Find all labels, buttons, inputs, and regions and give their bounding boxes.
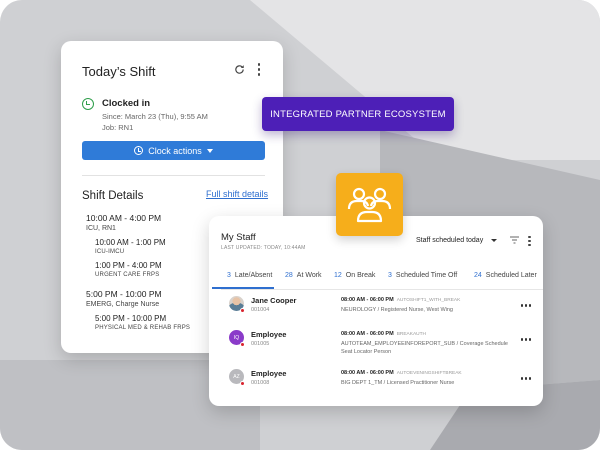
shift-details-title: Shift Details	[82, 190, 144, 202]
employee-name: Employee	[251, 369, 287, 378]
employee-name: Jane Cooper	[251, 296, 297, 305]
staff-filter-select[interactable]: Staff scheduled today	[416, 237, 483, 244]
tab-at-work[interactable]: 28 At Work	[285, 272, 322, 279]
employee-name: Employee	[251, 330, 287, 339]
job-label: Job: RN1	[102, 123, 134, 132]
status-alert-dot	[240, 342, 245, 347]
divider	[221, 289, 543, 290]
clock-check-icon	[82, 98, 94, 110]
row-more-icon[interactable]	[521, 377, 531, 380]
employee-schedule: 08:00 AM - 06:00 PM AUTOEVENINGSHIFTBREAK	[341, 370, 462, 376]
more-options-icon[interactable]	[528, 236, 531, 246]
employee-id: 001005	[251, 341, 270, 347]
tab-scheduled-later[interactable]: 24 Scheduled Later	[474, 272, 537, 279]
row-more-icon[interactable]	[521, 304, 531, 307]
group-people-icon	[347, 187, 392, 223]
shift-location: EMERG, Charge Nurse	[86, 301, 160, 308]
card-title: My Staff	[221, 232, 256, 243]
clock-actions-label: Clock actions	[148, 145, 202, 156]
shift-time: 5:00 PM - 10:00 PM	[86, 289, 162, 299]
staff-row[interactable]: IQ Employee 001005 08:00 AM - 06:00 PM BR…	[209, 328, 543, 366]
segment-unit: ICU-IMCU	[95, 249, 125, 255]
tab-late-absent[interactable]: 3 Late/Absent	[227, 272, 272, 279]
staff-tabs: 3 Late/Absent 28 At Work 12 On Break 3 Sched…	[221, 272, 543, 286]
employee-department: AUTOTEAM_EMPLOYEEINFOREPORT_SUB / Covera…	[341, 341, 508, 347]
clock-status: Clocked in	[102, 98, 151, 109]
group-tile	[336, 173, 403, 236]
staff-row[interactable]: Jane Cooper 001004 08:00 AM - 06:00 PM AU…	[209, 294, 543, 332]
more-options-icon[interactable]	[257, 63, 261, 76]
filter-icon[interactable]	[510, 236, 519, 244]
employee-schedule: 08:00 AM - 06:00 PM AUTOSHIFT1_WITH_BREAK	[341, 297, 461, 303]
full-shift-details-link[interactable]: Full shift details	[206, 189, 268, 199]
employee-schedule: 08:00 AM - 06:00 PM BREAKAUTH	[341, 331, 427, 337]
shift-location: ICU, RN1	[86, 225, 116, 232]
divider	[82, 175, 265, 176]
chevron-down-icon	[206, 148, 213, 153]
clock-since: Since: March 23 (Thu), 9:55 AM	[102, 112, 208, 121]
segment-unit: URGENT CARE FRPS	[95, 272, 160, 278]
employee-id: 001008	[251, 380, 270, 386]
stage: Today’s Shift Clocked in Since: March 23…	[0, 0, 600, 450]
employee-role: Seat Locator Person	[341, 349, 392, 355]
integrated-partner-banner: INTEGRATED PARTNER ECOSYSTEM	[262, 97, 454, 131]
status-alert-dot	[240, 308, 245, 313]
status-alert-dot	[240, 381, 245, 386]
segment-unit: PHYSICAL MED & REHAB FRPS	[95, 325, 191, 331]
card-title: Today’s Shift	[82, 64, 156, 79]
segment-time: 10:00 AM - 1:00 PM	[95, 238, 166, 247]
row-more-icon[interactable]	[521, 338, 531, 341]
refresh-icon[interactable]	[234, 64, 245, 75]
segment-time: 5:00 PM - 10:00 PM	[95, 314, 167, 323]
clock-actions-button[interactable]: Clock actions	[82, 141, 265, 160]
employee-department: NEUROLOGY / Registered Nurse, West Wing	[341, 307, 453, 313]
staff-row[interactable]: AZ Employee 001008 08:00 AM - 06:00 PM AU…	[209, 367, 543, 405]
shift-time: 10:00 AM - 4:00 PM	[86, 213, 162, 223]
chevron-down-icon[interactable]	[491, 239, 497, 242]
clock-icon	[134, 146, 144, 155]
last-updated: LAST UPDATED: TODAY, 10:44AM	[221, 245, 306, 251]
tab-scheduled-time-off[interactable]: 3 Scheduled Time Off	[388, 272, 457, 279]
tab-on-break[interactable]: 12 On Break	[334, 272, 375, 279]
my-staff-card: My Staff LAST UPDATED: TODAY, 10:44AM St…	[209, 216, 543, 406]
segment-time: 1:00 PM - 4:00 PM	[95, 261, 162, 270]
employee-id: 001004	[251, 307, 270, 313]
employee-department: BIG DEPT 1_TM / Licensed Practitioner Nu…	[341, 380, 455, 386]
